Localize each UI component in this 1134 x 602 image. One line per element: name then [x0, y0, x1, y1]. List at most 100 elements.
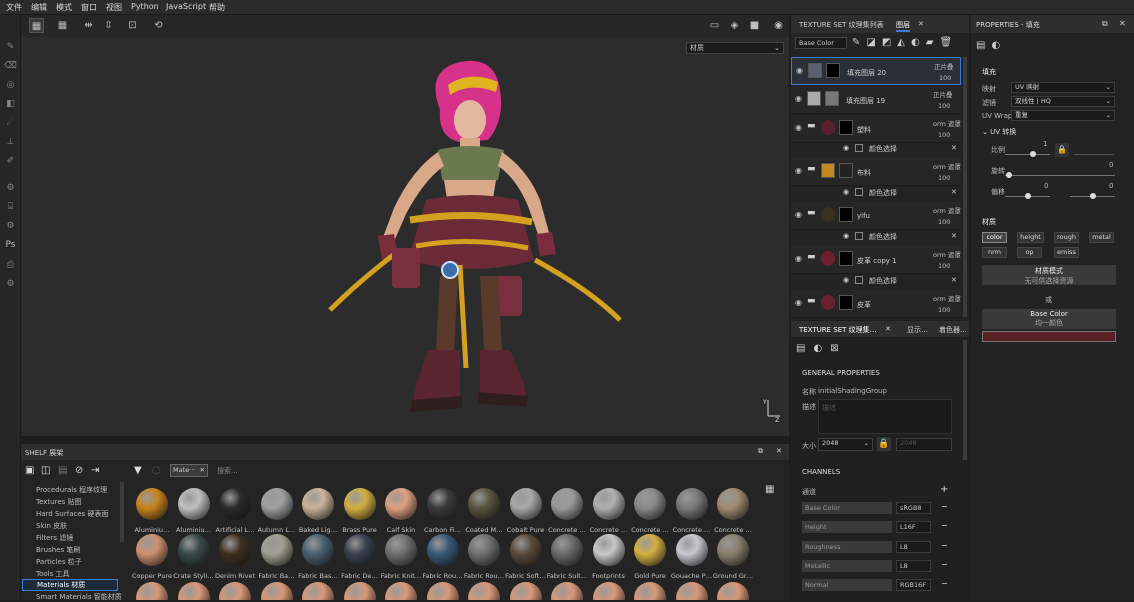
tab-display-settings[interactable]: 显示…: [907, 325, 928, 335]
settings-icon[interactable]: ⚙: [3, 181, 18, 196]
eye-icon[interactable]: ◉: [795, 211, 805, 219]
frame-icon[interactable]: ⊡: [125, 18, 140, 33]
picker-icon[interactable]: ✐: [3, 154, 18, 169]
add-effect-icon[interactable]: ◭: [897, 37, 911, 48]
history-icon[interactable]: ⟲: [151, 18, 166, 33]
channel-format-select[interactable]: sRGB8: [896, 502, 931, 514]
layer-blend-mode[interactable]: orm 遮罩: [933, 161, 961, 171]
shelf-category-item[interactable]: Skin 皮肤: [36, 521, 67, 531]
channel-format-select[interactable]: L8: [896, 560, 931, 572]
base-color-button[interactable]: Base Color 均一颜色: [982, 309, 1116, 329]
view-mode-icon[interactable]: ▭: [707, 18, 722, 33]
eye-icon[interactable]: ◉: [795, 95, 805, 103]
remove-icon[interactable]: −: [941, 521, 948, 530]
close-icon[interactable]: ✕: [1119, 19, 1126, 28]
remove-icon[interactable]: −: [941, 541, 948, 550]
material-tile[interactable]: Concrete …: [673, 488, 710, 536]
layer-opacity[interactable]: 100: [938, 262, 950, 270]
menu-edit[interactable]: 编辑: [31, 2, 47, 13]
material-tile[interactable]: [508, 582, 544, 600]
eye-icon[interactable]: ◉: [795, 124, 805, 132]
shelf-category-scrollbar[interactable]: [120, 482, 124, 542]
cube-icon[interactable]: ◈: [727, 18, 742, 33]
material-tile[interactable]: [383, 582, 419, 600]
material-tile[interactable]: Fabric Rou…: [422, 534, 463, 582]
add-paint-layer-icon[interactable]: ✎: [852, 37, 866, 48]
material-tile[interactable]: Denim Rivet: [215, 534, 255, 582]
settings-panel-icon[interactable]: ▤: [796, 343, 813, 354]
export-icon[interactable]: ⎙: [3, 258, 18, 273]
layer-opacity[interactable]: 100: [938, 174, 950, 182]
material-tile[interactable]: Carbon Fi…: [424, 488, 461, 536]
paint-brush-icon[interactable]: ✎: [3, 40, 18, 55]
close-icon[interactable]: ✕: [918, 20, 924, 28]
hide-icon[interactable]: ⊘: [75, 465, 83, 476]
layer-name[interactable]: 布料: [857, 168, 871, 178]
mapping-select[interactable]: UV 映射 ⌄: [1011, 82, 1115, 93]
eye-icon[interactable]: ◉: [843, 188, 849, 196]
plugin-settings-icon[interactable]: ⚙: [3, 277, 18, 292]
close-icon[interactable]: ✕: [951, 232, 957, 240]
filter-icon[interactable]: ▼: [134, 465, 142, 476]
layer-row[interactable]: ◉ 填充图层 20 正片叠 100: [791, 57, 961, 85]
list-icon[interactable]: ▤: [58, 465, 67, 476]
material-tile[interactable]: [176, 582, 212, 600]
uv-icon[interactable]: ⊠: [830, 343, 846, 354]
eye-icon[interactable]: ◉: [843, 232, 849, 240]
layer-blend-mode[interactable]: orm 遮罩: [933, 249, 961, 259]
material-tile[interactable]: Fabric Rou…: [464, 534, 504, 582]
smudge-icon[interactable]: ☄: [3, 116, 18, 131]
material-tile[interactable]: Fabric Bas…: [298, 534, 338, 582]
remove-icon[interactable]: −: [941, 579, 948, 588]
material-tile[interactable]: [259, 582, 295, 600]
material-tile[interactable]: Concrete …: [631, 488, 669, 536]
geometry-mask-icon[interactable]: ◧: [3, 97, 18, 112]
add-group-icon[interactable]: ▰: [926, 37, 940, 48]
layer-row[interactable]: ◉ ▬ 皮革 copy 1 orm 遮罩 100: [791, 246, 961, 274]
material-tile[interactable]: Aluminiu…: [176, 488, 212, 536]
eye-icon[interactable]: ◉: [843, 144, 849, 152]
material-tile[interactable]: [425, 582, 461, 600]
effect-checkbox[interactable]: [855, 144, 863, 152]
sphere-icon[interactable]: ◐: [991, 40, 1006, 51]
channel-chip-height[interactable]: height: [1017, 232, 1044, 243]
shelf-category-item[interactable]: Particles 粒子: [36, 557, 82, 567]
layer-blend-mode[interactable]: 正片叠: [934, 61, 954, 71]
menu-python[interactable]: Python: [131, 2, 159, 11]
material-tile[interactable]: Aluminiu…: [134, 488, 170, 536]
channel-format-select[interactable]: RGB16F: [896, 579, 931, 591]
sphere-icon[interactable]: ◐: [813, 343, 830, 354]
lock-icon[interactable]: 🔒: [1055, 143, 1069, 157]
offset-y-slider-handle[interactable]: [1090, 193, 1096, 199]
eye-icon[interactable]: ◉: [795, 299, 805, 307]
menu-mode[interactable]: 模式: [56, 2, 72, 13]
folder-icon[interactable]: ▣: [25, 465, 34, 476]
material-tile[interactable]: Brass Pure: [342, 488, 378, 536]
layer-blend-mode[interactable]: orm 遮罩: [933, 118, 961, 128]
layer-name[interactable]: 塑料: [857, 125, 871, 135]
layer-name[interactable]: 皮革 copy 1: [857, 256, 897, 266]
symmetry-x-icon[interactable]: ⇹: [81, 18, 96, 33]
material-tile[interactable]: Cobalt Pure: [507, 488, 544, 536]
layer-opacity[interactable]: 100: [938, 131, 950, 139]
material-tile[interactable]: Concrete …: [590, 488, 627, 536]
material-tile[interactable]: [342, 582, 378, 600]
size-select[interactable]: 2048 ⌄: [818, 438, 873, 451]
effect-checkbox[interactable]: [855, 232, 863, 240]
texture-set-scrollbar[interactable]: [963, 340, 967, 460]
uv-wrap-select[interactable]: 重复 ⌄: [1011, 110, 1115, 121]
close-icon[interactable]: ✕: [951, 276, 957, 284]
layer-blend-mode[interactable]: 正片叠: [933, 89, 953, 99]
close-icon[interactable]: ✕: [885, 325, 891, 333]
channel-chip-metal[interactable]: metal: [1089, 232, 1114, 243]
channel-chip-nrm[interactable]: nrm: [982, 247, 1007, 258]
menu-javascript[interactable]: JavaScript: [166, 2, 206, 11]
tab-texture-set-settings[interactable]: TEXTURE SET 纹理集…: [799, 325, 877, 335]
material-tile[interactable]: Fabric Suit…: [547, 534, 587, 582]
layer-opacity[interactable]: 100: [938, 218, 950, 226]
material-tile[interactable]: [591, 582, 627, 600]
import-icon[interactable]: ⇥: [91, 465, 99, 476]
tab-texture-set-list[interactable]: TEXTURE SET 纹理集列表: [799, 20, 884, 30]
material-tile[interactable]: Fabric Soft…: [505, 534, 546, 582]
eye-icon[interactable]: ◉: [796, 67, 806, 75]
